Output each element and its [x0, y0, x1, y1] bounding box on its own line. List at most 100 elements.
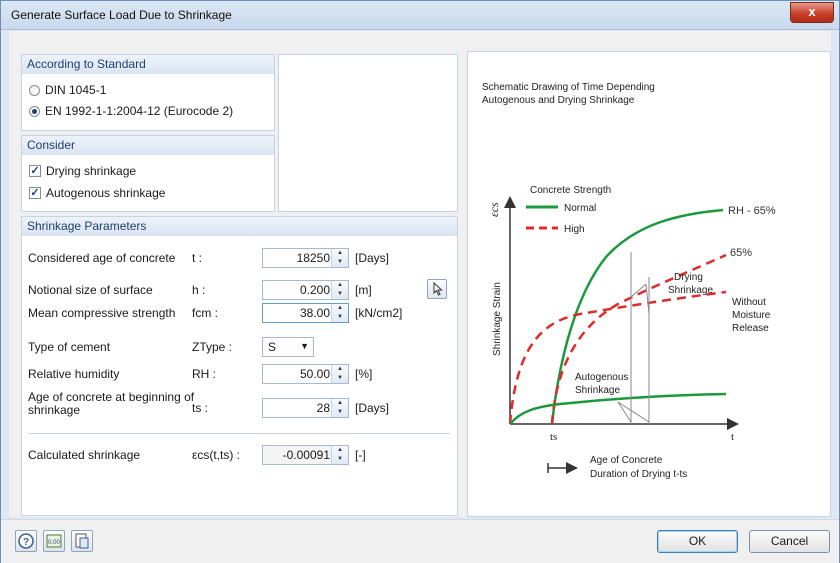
x-caption-line1: Age of Concrete	[590, 455, 663, 466]
empty-info-panel	[278, 54, 458, 212]
pick-cursor-icon	[433, 281, 443, 296]
checkbox-drying-label: Drying shrinkage	[46, 164, 137, 178]
ts-unit: [Days]	[355, 401, 390, 415]
legend-normal-label: Normal	[564, 203, 596, 214]
cement-type-symbol: ZType :	[192, 340, 233, 354]
calculated-shrinkage-label: Calculated shrinkage	[28, 448, 141, 462]
window-title: Generate Surface Load Due to Shrinkage	[11, 8, 232, 22]
calculated-shrinkage-spinner: ▲ ▼	[331, 446, 348, 464]
ts-label-line1: Age of concrete at beginning of	[28, 390, 195, 404]
radio-din-1045[interactable]: DIN 1045-1	[29, 81, 106, 99]
strength-symbol: fcm :	[192, 306, 218, 320]
legend-high-label: High	[564, 224, 585, 235]
label-65-percent: 65%	[730, 247, 752, 259]
y-axis-symbol: εcs	[487, 202, 501, 217]
notional-size-spinner[interactable]: ▲ ▼	[331, 281, 348, 299]
notional-size-input[interactable]: 0.200 ▲ ▼	[262, 280, 349, 300]
dialog-button-bar: ? 0.00 OK Cancel	[1, 519, 839, 563]
calculated-shrinkage-symbol: εcs(t,ts) :	[192, 448, 241, 462]
dialog-window: Generate Surface Load Due to Shrinkage x…	[0, 0, 840, 563]
notional-size-value: 0.200	[299, 283, 330, 297]
humidity-unit: [%]	[355, 367, 373, 381]
label-autogenous-line2: Shrinkage	[575, 385, 620, 396]
radio-din-1045-indicator[interactable]	[29, 84, 40, 96]
help-button[interactable]: ?	[15, 530, 37, 552]
ts-input[interactable]: 28 ▲ ▼	[262, 398, 349, 418]
shrinkage-schematic-diagram: Schematic Drawing of Time Depending Auto…	[482, 82, 776, 480]
age-symbol: t :	[192, 251, 203, 265]
standard-group-header: According to Standard	[22, 55, 274, 74]
age-unit: [Days]	[355, 251, 390, 265]
standard-group: According to Standard DIN 1045-1 EN 1992…	[21, 54, 275, 131]
strength-spinner[interactable]: ▲ ▼	[331, 304, 348, 322]
calculated-shrinkage-unit: [-]	[355, 448, 366, 462]
checkbox-autogenous-label: Autogenous shrinkage	[46, 186, 166, 200]
label-autogenous-line1: Autogenous	[575, 372, 628, 383]
humidity-label: Relative humidity	[28, 367, 120, 381]
label-without-line2: Moisture	[732, 310, 771, 321]
strength-unit: [kN/cm2]	[355, 306, 403, 320]
strength-input[interactable]: 38.00 ▲ ▼	[262, 303, 349, 323]
ts-symbol: ts :	[192, 401, 209, 415]
drying-pointer	[630, 283, 650, 315]
decimal-places-icon: 0.00	[46, 534, 62, 548]
cement-type-label: Type of cement	[28, 340, 111, 354]
schematic-diagram-panel: Schematic Drawing of Time Depending Auto…	[467, 51, 831, 517]
y-axis-label: Shrinkage Strain	[492, 282, 503, 356]
x-tick-t: t	[731, 431, 734, 443]
humidity-value: 50.00	[299, 367, 330, 381]
notional-size-symbol: h :	[192, 283, 206, 297]
label-without-line1: Without	[732, 297, 766, 308]
checkbox-drying-shrinkage[interactable]: ✓ Drying shrinkage	[29, 162, 136, 180]
decimal-places-button[interactable]: 0.00	[43, 530, 65, 552]
export-icon	[75, 533, 89, 549]
svg-text:0.00: 0.00	[48, 540, 60, 546]
checkbox-autogenous-shrinkage[interactable]: ✓ Autogenous shrinkage	[29, 184, 165, 202]
diagram-title-line1: Schematic Drawing of Time Depending	[482, 82, 655, 93]
shrinkage-parameters-group: Shrinkage Parameters Considered age of c…	[21, 216, 458, 516]
age-label: Considered age of concrete	[28, 251, 176, 265]
label-without-line3: Release	[732, 323, 769, 334]
label-rh-65: RH - 65%	[728, 205, 776, 217]
cement-type-select[interactable]: S ▼	[262, 337, 314, 357]
consider-group-header: Consider	[22, 136, 274, 155]
ok-button[interactable]: OK	[657, 530, 738, 553]
ts-spinner[interactable]: ▲ ▼	[331, 399, 348, 417]
autogenous-pointer	[617, 401, 650, 423]
x-tick-ts: ts	[550, 431, 557, 443]
notional-size-label: Notional size of surface	[28, 283, 153, 297]
age-input[interactable]: 18250 ▲ ▼	[262, 248, 349, 268]
export-button[interactable]	[71, 530, 93, 552]
diagram-title-line2: Autogenous and Drying Shrinkage	[482, 95, 635, 106]
high-without-moisture-curve	[508, 290, 727, 425]
radio-en-1992[interactable]: EN 1992-1-1:2004-12 (Eurocode 2)	[29, 102, 233, 120]
calculated-shrinkage-value: -0.00091	[282, 448, 330, 462]
radio-en-1992-indicator[interactable]	[29, 105, 40, 117]
cement-type-value: S	[268, 340, 277, 354]
pick-surface-button[interactable]	[427, 279, 447, 299]
parameters-group-header: Shrinkage Parameters	[22, 217, 457, 236]
legend-title: Concrete Strength	[530, 185, 611, 196]
label-drying-line2: Shrinkage	[668, 285, 713, 296]
parameters-divider	[28, 433, 450, 434]
calculated-shrinkage-output: -0.00091 ▲ ▼	[262, 445, 349, 465]
radio-en-1992-label: EN 1992-1-1:2004-12 (Eurocode 2)	[45, 104, 234, 118]
svg-text:?: ?	[23, 537, 29, 548]
humidity-spinner[interactable]: ▲ ▼	[331, 365, 348, 383]
help-icon: ?	[18, 533, 34, 549]
age-value: 18250	[296, 251, 330, 265]
strength-value: 38.00	[299, 306, 330, 320]
age-spinner[interactable]: ▲ ▼	[331, 249, 348, 267]
humidity-input[interactable]: 50.00 ▲ ▼	[262, 364, 349, 384]
cancel-button[interactable]: Cancel	[749, 530, 830, 553]
ts-label-line2: shrinkage	[28, 403, 81, 417]
normal-autogenous-curve	[509, 392, 727, 425]
x-caption-line2: Duration of Drying t-ts	[590, 469, 687, 480]
title-bar: Generate Surface Load Due to Shrinkage x	[1, 1, 839, 30]
close-button[interactable]: x	[790, 2, 834, 23]
chevron-down-icon[interactable]: ▼	[300, 341, 309, 351]
checkbox-autogenous-indicator[interactable]: ✓	[29, 187, 41, 199]
notional-size-unit: [m]	[355, 283, 372, 297]
strength-label: Mean compressive strength	[28, 306, 176, 320]
checkbox-drying-indicator[interactable]: ✓	[29, 165, 41, 177]
